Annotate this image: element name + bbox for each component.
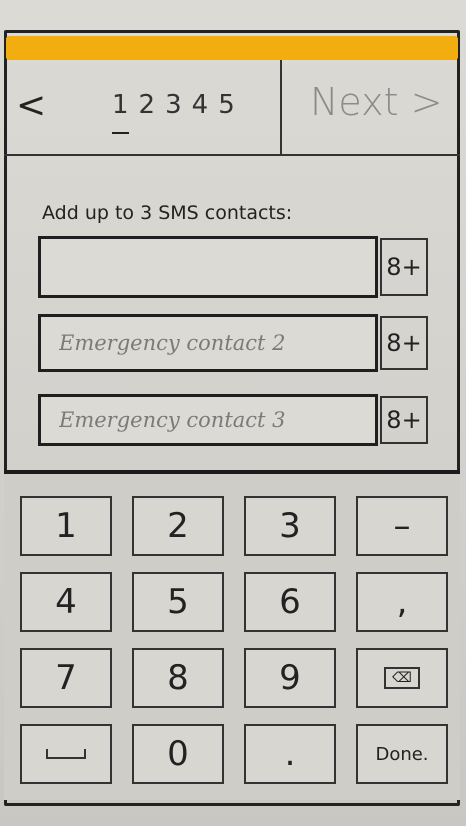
key-9[interactable]: 9 [244,648,336,708]
key-3[interactable]: 3 [244,496,336,556]
key-8[interactable]: 8 [132,648,224,708]
contact-field-1 [38,236,378,298]
contact-input-3[interactable] [41,397,375,443]
contact-row-1: 8+ [38,236,438,298]
page-3[interactable]: 3 [165,90,182,130]
header-divider [280,60,282,156]
contact-row-2: 8+ [38,314,438,372]
page-1[interactable]: 1 [112,90,129,134]
page-indicator: 1 2 3 4 5 [112,90,235,134]
key-comma[interactable]: , [356,572,448,632]
space-key[interactable] [20,724,112,784]
sms-contacts-form: Add up to 3 SMS contacts: 8+ 8+ 8+ [4,158,460,468]
back-icon[interactable]: < [16,88,46,124]
contact-field-3 [38,394,378,446]
key-2[interactable]: 2 [132,496,224,556]
page-4[interactable]: 4 [192,90,209,130]
contact-field-2 [38,314,378,372]
space-icon [46,749,86,759]
key-0[interactable]: 0 [132,724,224,784]
key-4[interactable]: 4 [20,572,112,632]
form-title: Add up to 3 SMS contacts: [42,202,293,224]
contact-input-1[interactable] [41,239,375,295]
page-2[interactable]: 2 [139,90,156,130]
backspace-key[interactable]: ⌫ [356,648,448,708]
add-contact-button-1[interactable]: 8+ [380,238,428,296]
status-bar [6,36,458,60]
next-button[interactable]: Next > [310,80,442,124]
key-1[interactable]: 1 [20,496,112,556]
add-contact-button-3[interactable]: 8+ [380,396,428,444]
key-dash[interactable]: – [356,496,448,556]
sketch-paper: < 1 2 3 4 5 Next > Add up to 3 SMS conta… [0,0,466,826]
backspace-icon: ⌫ [384,667,420,689]
top-navigation-bar: < 1 2 3 4 5 Next > [4,60,460,156]
key-6[interactable]: 6 [244,572,336,632]
key-period[interactable]: . [244,724,336,784]
key-7[interactable]: 7 [20,648,112,708]
numeric-keyboard: 1 2 3 – 4 5 6 , 7 8 9 ⌫ 0 . Done. [4,470,460,800]
add-contact-button-2[interactable]: 8+ [380,316,428,370]
page-5[interactable]: 5 [218,90,235,130]
contact-row-3: 8+ [38,394,438,446]
contact-input-2[interactable] [41,317,375,369]
key-5[interactable]: 5 [132,572,224,632]
done-key[interactable]: Done. [356,724,448,784]
